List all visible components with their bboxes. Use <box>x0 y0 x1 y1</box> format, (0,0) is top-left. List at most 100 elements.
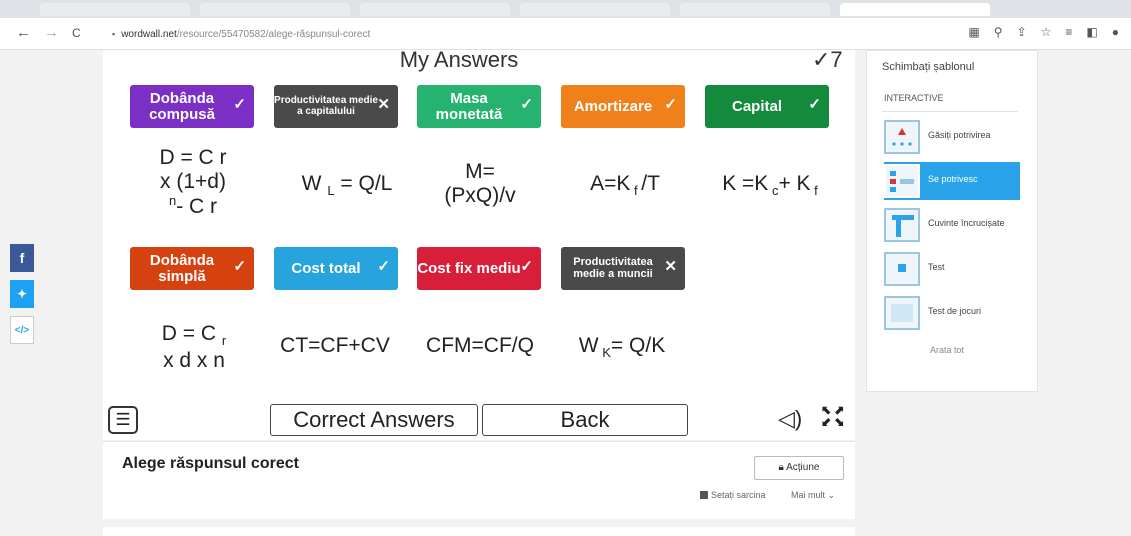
sound-icon[interactable]: ◁) <box>778 406 802 432</box>
change-template-heading: Schimbați șablonul <box>882 61 975 73</box>
formula-line: x d x n <box>163 349 225 373</box>
set-task-link[interactable]: Setați sarcina <box>700 490 766 500</box>
zoom-icon[interactable]: ⚲ <box>994 25 1003 39</box>
sidepanel-icon[interactable]: ◧ <box>1086 25 1097 39</box>
score-counter: ✓7 <box>812 47 843 72</box>
tile-capital-productivity[interactable]: Productivitatea medie a capitalului ✕ <box>274 85 398 128</box>
lock-icon: 🔒︎ <box>778 462 787 473</box>
tile-label: Productivitatea medie a capitalului <box>274 95 378 117</box>
template-item-label: Găsiți potrivirea <box>928 130 991 140</box>
game-menu-button[interactable]: ☰ <box>108 406 138 434</box>
browser-tab[interactable] <box>680 3 830 16</box>
browser-tab[interactable] <box>520 3 670 16</box>
template-item-label: Test <box>928 262 945 272</box>
correct-answers-button[interactable]: Correct Answers <box>270 404 478 436</box>
formula-line: x (1+d) <box>160 170 226 194</box>
browser-tab[interactable] <box>200 3 350 16</box>
address-bar: ← → C ▪ wordwall.net/resource/55470582/al… <box>0 18 1131 50</box>
reading-list-icon[interactable]: ≡ <box>1065 25 1072 39</box>
template-item-label: Cuvinte încrucișate <box>928 218 1005 228</box>
formula-line: M= <box>465 160 495 183</box>
tile-label: Capital <box>731 97 782 115</box>
template-item-label: Test de jocuri <box>928 306 982 316</box>
tile-compound-interest[interactable]: Dobânda compusă ✓ <box>130 85 254 128</box>
gameshow-quiz-thumbnail-icon <box>884 296 920 330</box>
tile-label: Dobânda simplă <box>149 251 215 285</box>
formula-depreciation: A=K f /T <box>590 172 660 199</box>
formula-capital: K =K c+ K f <box>722 172 818 199</box>
tile-depreciation[interactable]: Amortizare ✓ <box>561 85 685 128</box>
tile-labor-productivity[interactable]: Productivitatea medie a muncii ✕ <box>561 247 685 290</box>
fullscreen-icon[interactable]: ⬉ ⬈ ⬋ ⬊ <box>821 404 844 428</box>
next-card <box>103 527 855 536</box>
check-icon: ✓ <box>520 258 533 275</box>
tile-label: Amortizare <box>573 97 653 115</box>
bookmark-star-icon[interactable]: ☆ <box>1041 25 1052 39</box>
find-match-thumbnail-icon <box>884 120 920 154</box>
formula-line: (PxQ)/v <box>444 184 516 208</box>
tile-label: Cost total <box>291 259 361 277</box>
tile-capital[interactable]: Capital ✓ <box>705 85 829 128</box>
profile-icon[interactable]: ● <box>1112 25 1119 39</box>
twitter-share-button[interactable]: ✦ <box>10 280 34 308</box>
game-title: My Answers <box>399 47 519 72</box>
activity-title: Alege răspunsul corect <box>122 455 299 472</box>
template-item-find-match[interactable]: Găsiți potrivirea <box>884 118 1020 156</box>
tile-label: Masa monetată <box>435 89 503 123</box>
formula-labor-productivity: W K= Q/K <box>578 334 666 361</box>
back-button[interactable]: Back <box>482 404 688 436</box>
back-arrow-icon[interactable]: ← <box>16 24 31 41</box>
divider <box>882 111 1018 112</box>
embed-share-button[interactable]: </> <box>10 316 34 344</box>
check-icon: ✓ <box>377 258 390 275</box>
cross-icon: ✕ <box>664 258 677 275</box>
reload-icon[interactable]: C <box>72 26 81 40</box>
formula-total-cost: CT=CF+CV <box>280 334 390 357</box>
formula-line: n- C r <box>168 193 218 219</box>
check-icon: ✓ <box>664 96 677 113</box>
template-item-gameshow-quiz[interactable]: Test de jocuri <box>884 294 1020 332</box>
show-all-link[interactable]: Arata tot <box>930 345 964 355</box>
quiz-thumbnail-icon <box>884 252 920 286</box>
template-item-label: Se potrivesc <box>928 174 978 184</box>
interactive-subheading: INTERACTIVE <box>884 93 944 103</box>
more-options-link[interactable]: Mai mult ⌄ <box>791 490 835 501</box>
cross-icon: ✕ <box>377 96 390 113</box>
forward-arrow-icon[interactable]: → <box>44 24 59 41</box>
template-item-quiz[interactable]: Test <box>884 250 1020 288</box>
tile-money-supply[interactable]: Masa monetată ✓ <box>417 85 541 128</box>
check-icon: ✓ <box>233 258 246 275</box>
tile-label: Cost fix mediu <box>417 259 521 277</box>
browser-tab-active[interactable] <box>840 3 990 16</box>
formula-money-supply: M= (PxQ)/v <box>430 160 530 208</box>
browser-tab[interactable] <box>360 3 510 16</box>
browser-tab-strip <box>0 0 1131 18</box>
tile-average-fixed-cost[interactable]: Cost fix mediu ✓ <box>417 247 541 290</box>
facebook-share-button[interactable]: f <box>10 244 34 272</box>
translate-icon[interactable]: ▦ <box>968 25 979 39</box>
tile-simple-interest[interactable]: Dobânda simplă ✓ <box>130 247 254 290</box>
formula-compound-interest: D = C r x (1+d) n- C r <box>148 146 238 219</box>
crossword-thumbnail-icon <box>884 208 920 242</box>
url-path: /resource/55470582/alege-răspunsul-corec… <box>176 29 371 40</box>
action-button[interactable]: 🔒︎ Acțiune <box>754 456 844 480</box>
check-icon: ✓ <box>233 96 246 113</box>
browser-tab[interactable] <box>40 3 190 16</box>
url-field[interactable]: ▪ wordwall.net/resource/55470582/alege-ră… <box>112 25 1117 43</box>
share-icon[interactable]: ⇪ <box>1017 25 1027 39</box>
tile-total-cost[interactable]: Cost total ✓ <box>274 247 398 290</box>
check-icon: ✓ <box>808 96 821 113</box>
activity-card <box>103 441 855 519</box>
browser-toolbar-icons: ▦ ⚲ ⇪ ☆ ≡ ◧ ● <box>968 25 1119 39</box>
checkbox-icon <box>700 491 708 499</box>
formula-line: D = C r <box>159 146 227 169</box>
tile-label: Productivitatea medie a muncii <box>573 255 653 280</box>
lock-icon: ▪ <box>112 29 116 39</box>
formula-capital-productivity: W L = Q/L <box>301 172 393 199</box>
template-item-match-up[interactable]: Se potrivesc <box>884 162 1020 200</box>
match-up-thumbnail-icon <box>884 164 920 198</box>
template-item-crossword[interactable]: Cuvinte încrucișate <box>884 206 1020 244</box>
tile-label: Dobânda compusă <box>149 89 215 123</box>
formula-average-fixed-cost: CFM=CF/Q <box>426 334 534 357</box>
action-label: Acțiune <box>786 462 820 473</box>
